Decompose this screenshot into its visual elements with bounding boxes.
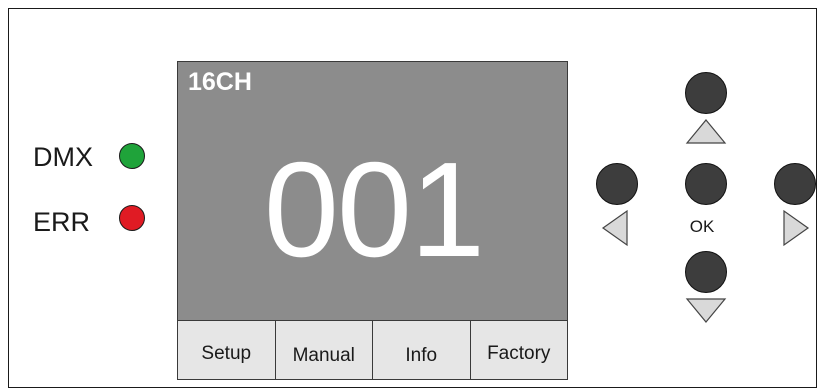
ok-label: OK: [689, 217, 715, 236]
left-button[interactable]: [596, 163, 638, 205]
left-arrow-icon: [601, 209, 628, 247]
up-arrow-icon: [685, 119, 727, 144]
menu-item-factory[interactable]: Factory: [470, 320, 568, 380]
err-indicator-label: ERR: [33, 207, 91, 237]
right-button[interactable]: [774, 163, 816, 205]
menu-bar: Setup Manual Info Factory: [177, 320, 568, 380]
err-led-icon: [119, 205, 145, 231]
up-button[interactable]: [685, 72, 727, 114]
down-arrow-icon: [685, 298, 727, 323]
control-panel: DMX ERR 16CH 001 Setup Manual Info Facto…: [0, 0, 825, 388]
dmx-indicator-label: DMX: [33, 142, 93, 172]
lcd-display: 16CH 001: [177, 61, 568, 321]
down-button[interactable]: [685, 251, 727, 293]
menu-item-info[interactable]: Info: [373, 320, 471, 380]
menu-item-manual[interactable]: Manual: [275, 320, 373, 380]
ok-button[interactable]: [685, 163, 727, 205]
menu-item-setup[interactable]: Setup: [177, 320, 276, 380]
channel-mode-label: 16CH: [188, 68, 252, 96]
right-arrow-icon: [783, 209, 810, 247]
address-value-display: 001: [263, 134, 485, 285]
dmx-led-icon: [119, 143, 145, 169]
